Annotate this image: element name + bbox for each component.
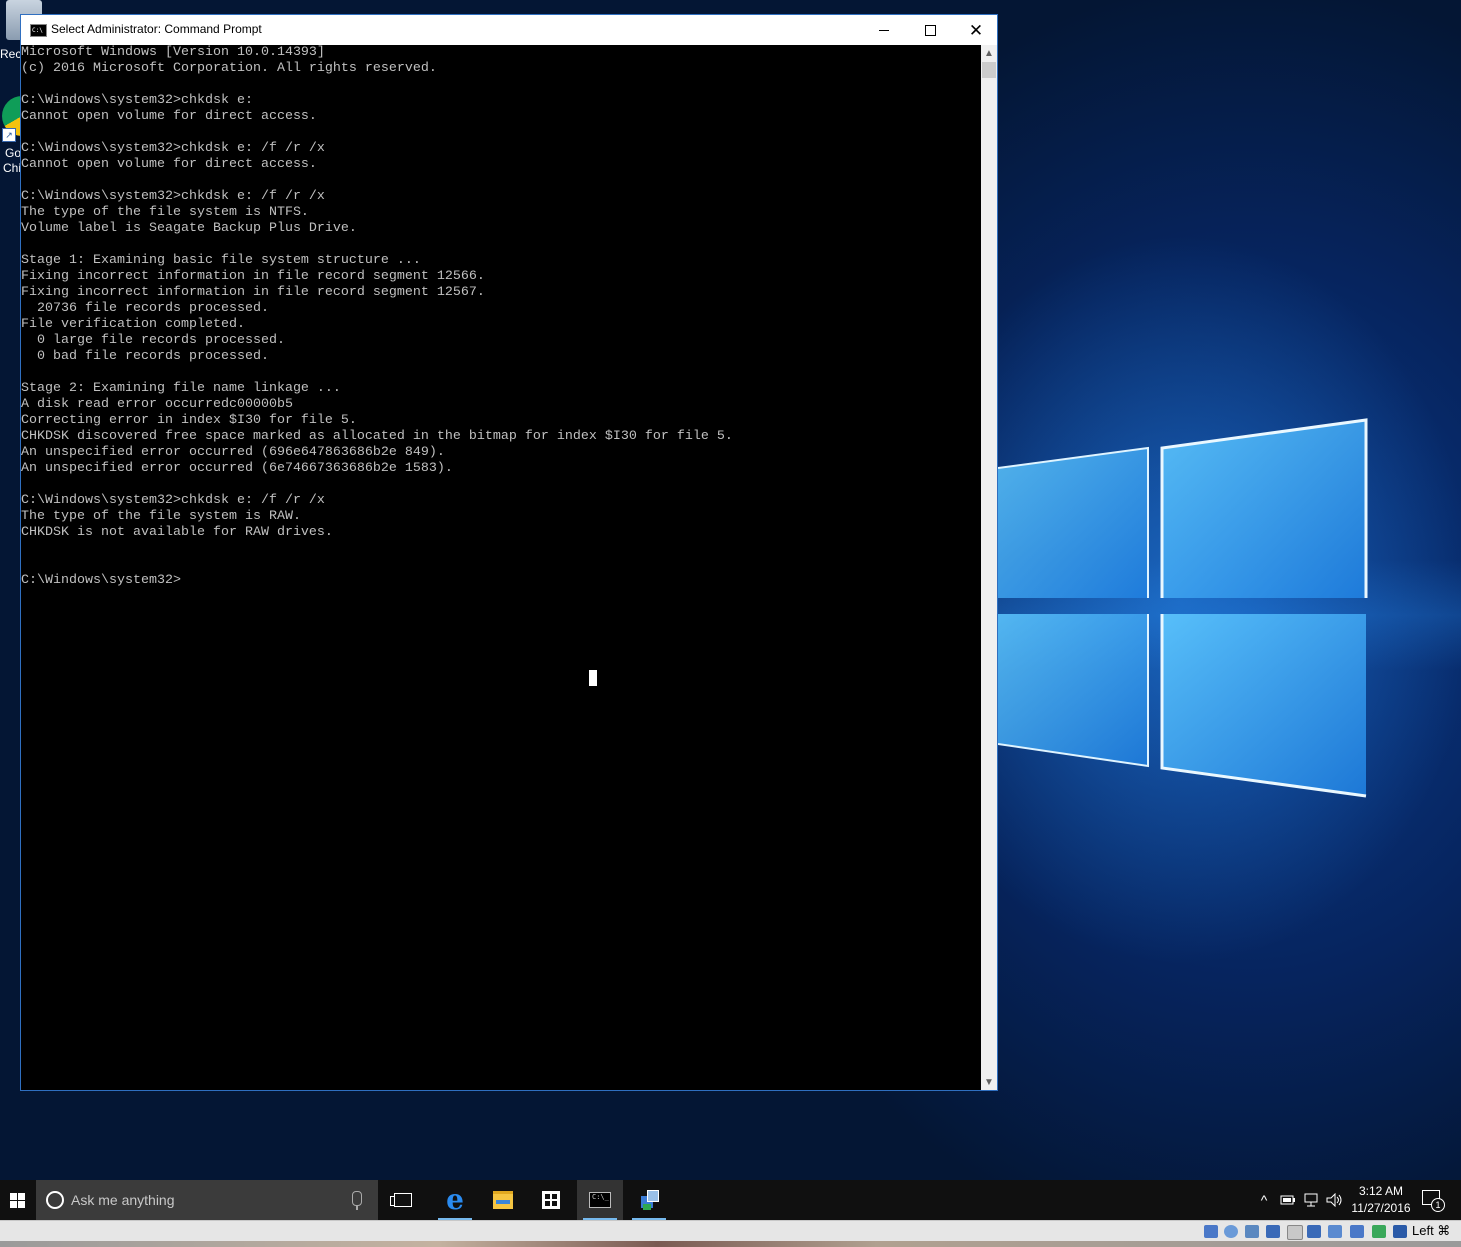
search-placeholder: Ask me anything xyxy=(71,1192,175,1208)
cortana-icon xyxy=(46,1191,64,1209)
vm-recording-icon[interactable] xyxy=(1372,1225,1386,1238)
scrollbar-thumb[interactable] xyxy=(982,62,996,78)
taskbar-network-tool[interactable] xyxy=(626,1180,672,1220)
minimize-icon xyxy=(879,29,889,31)
chevron-up-icon: ^ xyxy=(1260,1192,1268,1208)
window-titlebar[interactable]: C:\ Select Administrator: Command Prompt… xyxy=(21,15,997,45)
network-icon xyxy=(1304,1193,1318,1207)
chrome-label-line2: Chi xyxy=(3,161,22,175)
scroll-down-arrow-icon[interactable]: ▼ xyxy=(981,1074,997,1090)
action-center-button[interactable]: 1 xyxy=(1422,1188,1445,1212)
console-output[interactable]: Microsoft Windows [Version 10.0.14393] (… xyxy=(21,45,981,1090)
taskbar-store[interactable] xyxy=(528,1180,574,1220)
window-title: Select Administrator: Command Prompt xyxy=(51,22,262,36)
vm-mouse-integration-icon[interactable] xyxy=(1393,1225,1407,1238)
windows-logo-wallpaper xyxy=(998,418,1368,798)
vm-host-status-bar: Left ⌘ xyxy=(0,1220,1461,1247)
text-cursor xyxy=(589,670,597,686)
speaker-icon xyxy=(1326,1193,1342,1207)
task-view-icon xyxy=(390,1193,412,1207)
vm-optical-drive-icon[interactable] xyxy=(1224,1225,1238,1238)
store-icon xyxy=(542,1191,560,1209)
edge-icon: e xyxy=(446,1183,464,1216)
vm-audio-icon[interactable] xyxy=(1266,1225,1280,1238)
taskbar-command-prompt[interactable]: C:\_ xyxy=(577,1180,623,1220)
shortcut-arrow-icon: ↗ xyxy=(2,128,16,142)
minimize-button[interactable] xyxy=(861,15,907,45)
notification-count: 1 xyxy=(1431,1198,1445,1212)
host-key-label: Left ⌘ xyxy=(1412,1223,1451,1238)
close-icon: ✕ xyxy=(968,20,984,40)
recycle-bin-icon[interactable]: Recy xyxy=(0,0,42,61)
system-clock[interactable]: 3:12 AM 11/27/2016 xyxy=(1348,1183,1414,1217)
maximize-icon xyxy=(924,24,936,36)
show-hidden-icons-button[interactable]: ^ xyxy=(1254,1180,1274,1220)
close-button[interactable]: ✕ xyxy=(953,15,999,45)
cortana-search-box[interactable]: Ask me anything xyxy=(36,1180,378,1220)
vm-display-icon[interactable] xyxy=(1350,1225,1364,1238)
vertical-scrollbar[interactable]: ▲ ▼ xyxy=(981,45,997,1090)
taskbar-edge[interactable]: e xyxy=(432,1180,478,1220)
taskbar: Ask me anything e C:\_ ^ 3:12 AM 11/27/2… xyxy=(0,1180,1461,1220)
file-explorer-icon xyxy=(493,1191,513,1209)
power-tray-icon[interactable] xyxy=(1278,1180,1298,1220)
chrome-label-line1: Go xyxy=(5,146,22,160)
host-desktop-strip xyxy=(0,1241,1461,1247)
vm-hard-disk-icon[interactable] xyxy=(1204,1225,1218,1238)
network-tool-icon xyxy=(639,1190,659,1210)
scroll-up-arrow-icon[interactable]: ▲ xyxy=(981,45,997,61)
vm-usb-icon[interactable] xyxy=(1307,1225,1321,1238)
battery-icon xyxy=(1280,1195,1295,1205)
start-button[interactable] xyxy=(0,1180,34,1220)
command-prompt-icon: C:\_ xyxy=(589,1192,611,1208)
microphone-icon[interactable] xyxy=(352,1191,362,1206)
maximize-button[interactable] xyxy=(907,15,953,45)
clock-time: 3:12 AM xyxy=(1358,1184,1404,1198)
task-view-button[interactable] xyxy=(380,1180,426,1220)
clock-date: 11/27/2016 xyxy=(1351,1201,1411,1215)
network-tray-icon[interactable] xyxy=(1302,1180,1322,1220)
vm-shared-folder-icon[interactable] xyxy=(1328,1225,1342,1238)
windows-start-icon xyxy=(9,1192,25,1208)
console-text[interactable]: Microsoft Windows [Version 10.0.14393] (… xyxy=(21,45,981,589)
vm-floppy-icon[interactable] xyxy=(1245,1225,1259,1238)
command-prompt-window[interactable]: C:\ Select Administrator: Command Prompt… xyxy=(20,14,998,1091)
chrome-shortcut-icon[interactable]: ↗ Go Chi xyxy=(0,96,42,176)
cmd-window-icon[interactable]: C:\ xyxy=(30,24,47,37)
volume-tray-icon[interactable] xyxy=(1325,1180,1345,1220)
taskbar-file-explorer[interactable] xyxy=(480,1180,526,1220)
microphone-stand xyxy=(356,1206,358,1210)
vm-network-icon[interactable] xyxy=(1287,1225,1303,1240)
